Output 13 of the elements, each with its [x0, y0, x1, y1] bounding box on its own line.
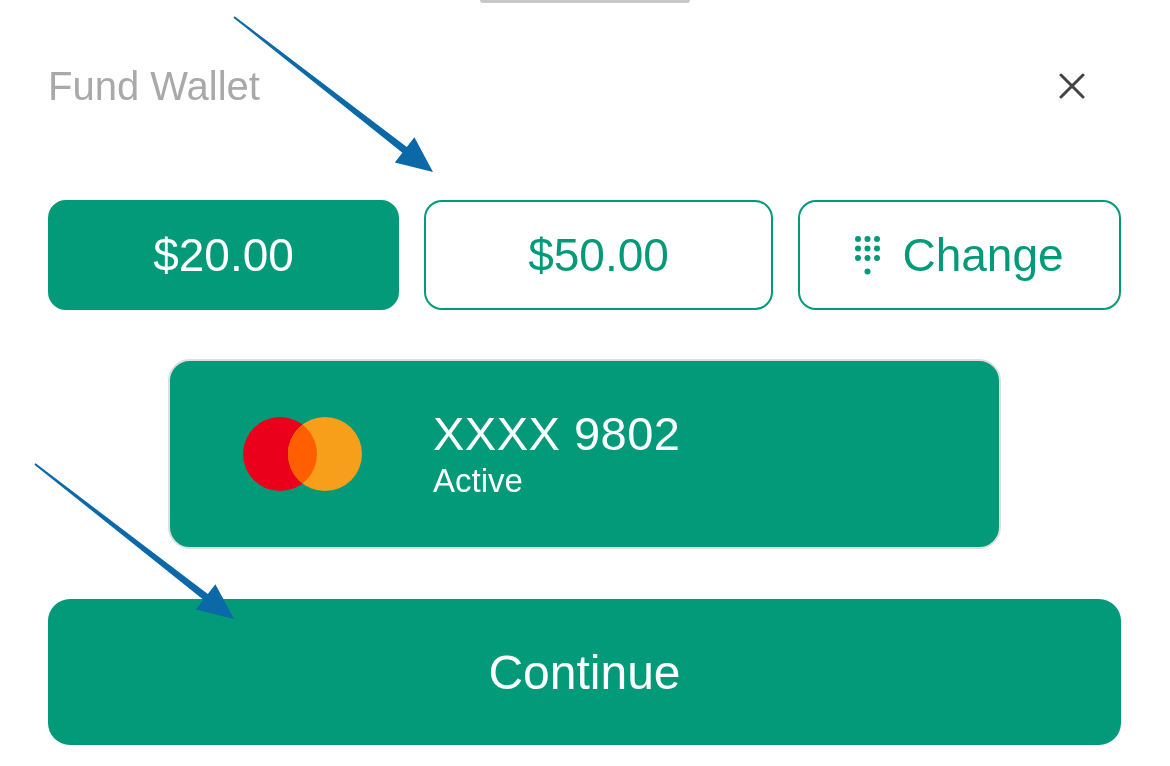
close-button[interactable]: [1059, 73, 1085, 99]
drag-handle[interactable]: [479, 0, 690, 3]
close-icon: [1059, 73, 1085, 99]
card-status: Active: [433, 461, 524, 501]
amount-button[interactable]: $50.00: [424, 200, 773, 310]
sheet-title: Fund Wallet: [48, 63, 260, 109]
card-logo-icon: [243, 417, 362, 491]
card-number: XXXX 9802: [433, 407, 681, 461]
payment-card[interactable]: XXXX 9802 Active: [168, 359, 1001, 549]
custom-amount-button[interactable]: Change: [798, 200, 1121, 310]
continue-button[interactable]: Continue: [48, 599, 1121, 745]
amount-button[interactable]: $20.00: [48, 200, 399, 310]
keypad-icon: [855, 235, 881, 275]
